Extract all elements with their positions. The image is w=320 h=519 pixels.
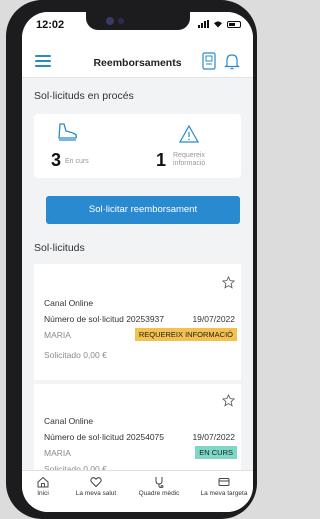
status-bar: 12:02 <box>22 12 253 38</box>
tab-medical-directory-label: Quadre mèdic <box>138 490 180 497</box>
phone-frame: 12:02 Reemborsaments Sol·licituds en pro… <box>6 0 257 519</box>
health-card-icon[interactable] <box>202 52 216 70</box>
in-course-stat[interactable]: 3 En curs <box>34 114 138 178</box>
camera-notch <box>86 12 190 30</box>
in-course-label: En curs <box>65 158 89 165</box>
heart-icon <box>90 477 102 488</box>
warning-icon <box>178 124 200 143</box>
tab-my-card-label: La meva targeta <box>200 490 248 497</box>
home-icon <box>37 476 49 488</box>
request-number: Número de sol·licitud 20253937 <box>44 314 165 324</box>
signal-icon <box>198 20 209 28</box>
request-name: MARIA <box>44 330 71 340</box>
status-time: 12:02 <box>36 19 65 31</box>
star-icon[interactable] <box>222 276 235 289</box>
request-card[interactable]: Canal Online Número de sol·licitud 20253… <box>34 264 241 380</box>
requires-info-count: 1 <box>156 150 167 170</box>
request-amount: Solicitado 0,00 € <box>44 350 107 360</box>
star-icon[interactable] <box>222 394 235 407</box>
request-channel: Canal Online <box>44 416 94 426</box>
tab-medical-directory[interactable]: Quadre mèdic <box>134 476 184 497</box>
in-progress-heading: Sol·licituds en procés <box>34 90 134 102</box>
tab-my-card[interactable]: La meva targeta <box>196 476 252 497</box>
stethoscope-icon <box>155 477 164 488</box>
page-title: Reemborsaments <box>93 57 182 69</box>
request-reimbursement-button[interactable]: Sol·licitar reemborsament <box>46 196 240 224</box>
tab-my-health[interactable]: La meva salut <box>72 476 120 497</box>
requires-info-label-2: informació <box>173 160 206 167</box>
tab-my-health-label: La meva salut <box>75 490 117 497</box>
card-icon <box>218 478 230 486</box>
app-screen: 12:02 Reemborsaments Sol·licituds en pro… <box>22 12 253 512</box>
request-name: MARIA <box>44 448 71 458</box>
status-badge: REQUEREIX INFORMACIÓ <box>134 328 237 341</box>
in-course-count: 3 <box>51 150 62 170</box>
bell-icon[interactable] <box>224 52 240 70</box>
requires-info-label-1: Requereix <box>173 152 205 159</box>
wifi-icon <box>214 21 222 28</box>
status-badge: EN CURS <box>195 446 237 459</box>
request-card[interactable]: Canal Online Número de sol·licitud 20254… <box>34 384 241 474</box>
request-date: 19/07/2022 <box>192 314 235 324</box>
tab-home-label: Inici <box>37 490 49 497</box>
requests-heading: Sol·licituds <box>34 242 85 254</box>
status-icons <box>198 20 241 28</box>
app-header: Reemborsaments <box>22 38 253 78</box>
request-channel: Canal Online <box>44 298 94 308</box>
battery-icon <box>227 20 241 28</box>
request-date: 19/07/2022 <box>192 432 235 442</box>
requires-info-stat[interactable]: 1 Requereix informació <box>138 114 241 178</box>
tab-home[interactable]: Inici <box>28 476 58 497</box>
shoe-icon <box>58 123 77 141</box>
requests-summary-card: 3 En curs 1 Requereix informació <box>34 114 241 178</box>
bottom-tab-bar: Inici La meva salut Quadre mèdic La meva… <box>22 470 253 512</box>
request-number: Número de sol·licitud 20254075 <box>44 432 165 442</box>
